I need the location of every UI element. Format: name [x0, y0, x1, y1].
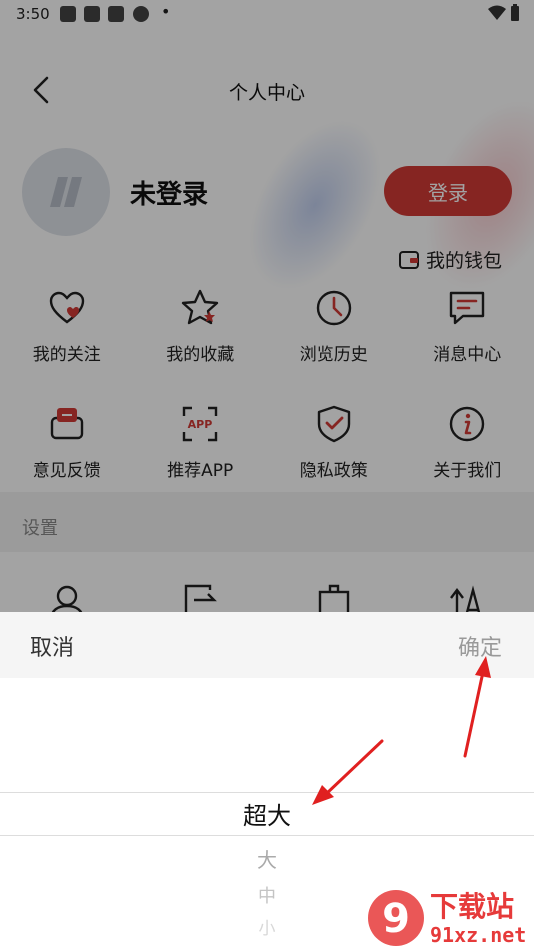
picker-header: 取消 确定	[0, 612, 534, 678]
confirm-button[interactable]: 确定	[458, 630, 502, 662]
cancel-button[interactable]: 取消	[30, 630, 74, 662]
selection-divider	[0, 792, 534, 793]
watermark-logo-text: 9	[382, 896, 410, 942]
watermark: 9 下载站 91xz.net	[364, 886, 534, 950]
picker-option[interactable]: 大	[0, 844, 534, 873]
picker-option-selected[interactable]: 超大	[0, 796, 534, 831]
watermark-logo: 9 下载站 91xz.net	[368, 890, 526, 947]
selection-divider	[0, 835, 534, 836]
watermark-text-small: 91xz.net	[430, 923, 526, 947]
watermark-text-large: 下载站	[430, 890, 514, 923]
